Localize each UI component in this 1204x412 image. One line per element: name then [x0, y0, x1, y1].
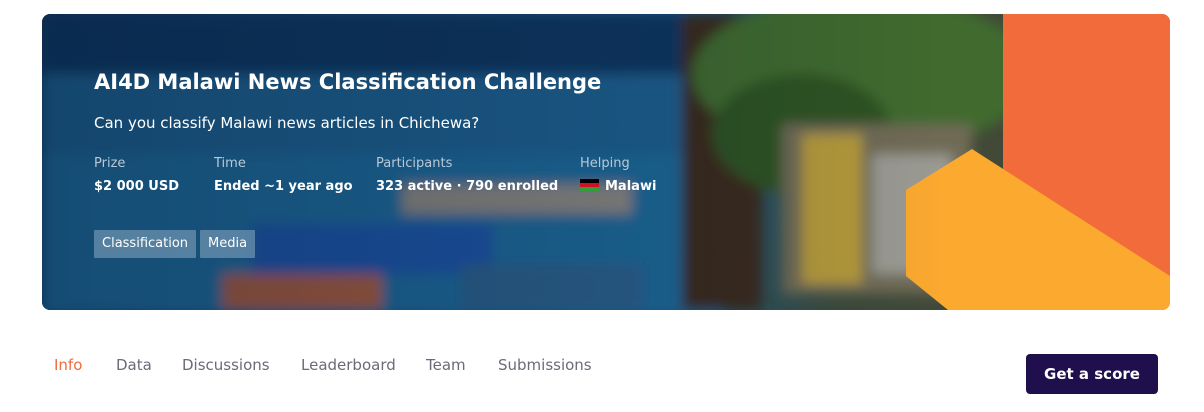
tag-media[interactable]: Media [200, 230, 256, 258]
tab-team[interactable]: Team [426, 356, 466, 374]
challenge-hero-banner: AI4D Malawi News Classification Challeng… [42, 14, 1170, 310]
stat-label: Time [214, 156, 246, 171]
stat-prize: Prize $2 000 USD [94, 156, 179, 194]
stat-time: Time Ended ~1 year ago [214, 156, 353, 194]
challenge-subtitle: Can you classify Malawi news articles in… [94, 114, 480, 132]
tab-submissions[interactable]: Submissions [498, 356, 592, 374]
challenge-title: AI4D Malawi News Classification Challeng… [94, 70, 602, 94]
tab-discussions[interactable]: Discussions [182, 356, 270, 374]
tab-leaderboard[interactable]: Leaderboard [301, 356, 396, 374]
stat-label: Participants [376, 156, 453, 171]
get-a-score-button[interactable]: Get a score [1026, 354, 1158, 394]
stat-value: $2 000 USD [94, 179, 179, 194]
stat-participants: Participants 323 active · 790 enrolled [376, 156, 558, 194]
stat-value: Ended ~1 year ago [214, 179, 353, 194]
helping-country: Malawi [605, 179, 657, 194]
tag-classification[interactable]: Classification [94, 230, 197, 258]
malawi-flag-icon [580, 179, 599, 191]
stat-value: 323 active · 790 enrolled [376, 179, 559, 194]
stat-value-helping: Malawi [580, 179, 656, 194]
stat-helping: Helping Malawi [580, 156, 656, 194]
tab-info[interactable]: Info [54, 356, 82, 374]
challenge-tags: Classification Media [94, 230, 259, 258]
stat-label: Helping [580, 156, 630, 171]
stat-label: Prize [94, 156, 126, 171]
tab-data[interactable]: Data [116, 356, 152, 374]
challenge-page: AI4D Malawi News Classification Challeng… [0, 0, 1204, 412]
